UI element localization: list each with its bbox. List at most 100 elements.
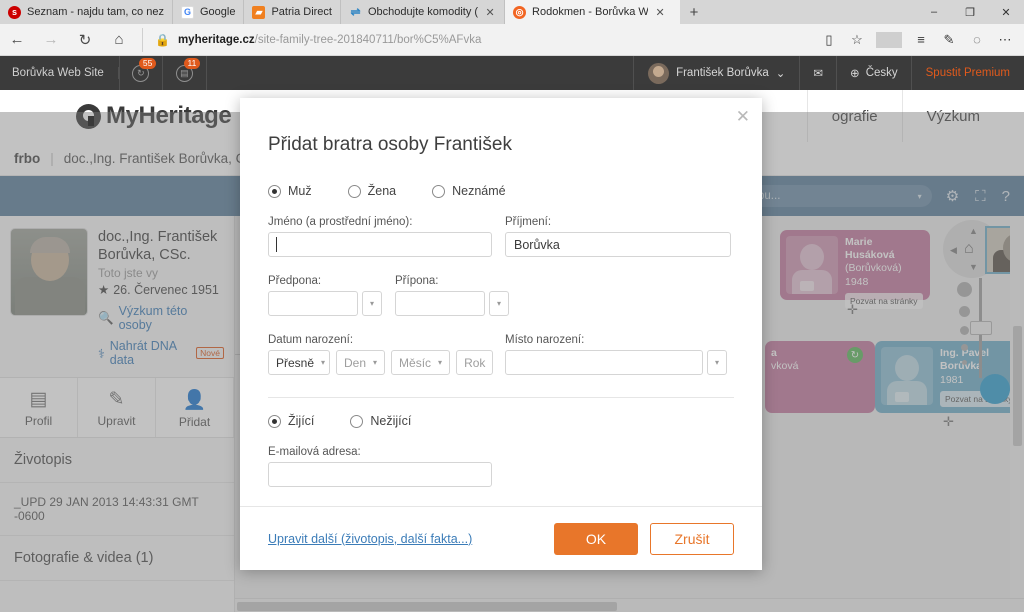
birth-date-controls: Přesně ▾ Den ▾ Měsíc ▾ Rok <box>268 350 494 375</box>
address-bar[interactable]: 🔒 myheritage.cz/site-family-tree-2018407… <box>142 27 810 52</box>
new-tab-button[interactable]: + <box>680 0 708 24</box>
prefix-input[interactable] <box>268 291 358 316</box>
rodokmen-favicon: ◎ <box>513 5 527 19</box>
share-icon[interactable]: ◌ <box>964 32 990 47</box>
mail-icon: ✉ <box>813 68 824 80</box>
close-icon[interactable]: ✕ <box>736 108 750 125</box>
address-path: /site-family-tree-201840711/bor%C5%AFvka <box>254 33 482 46</box>
inbox-button[interactable]: ▤ 11 <box>163 56 207 90</box>
living-option-label: Nežijící <box>370 414 412 428</box>
dialog-title: Přidat bratra osoby František <box>268 134 512 155</box>
email-label: E-mailová adresa: <box>268 446 361 458</box>
site-top-bar-right: František Borůvka ⌄ ✉ ⊕ Česky Spustit Pr… <box>633 56 1024 90</box>
living-option-deceased[interactable]: Nežijící <box>350 414 411 428</box>
language-label: Česky <box>865 67 898 79</box>
radio-indicator[interactable] <box>432 184 446 198</box>
inbox-badge: 11 <box>184 58 200 69</box>
sync-badge: 55 <box>139 58 156 69</box>
gender-option-female[interactable]: Žena <box>347 184 396 198</box>
first-name-input[interactable] <box>268 232 492 257</box>
app-root: s Seznam - najdu tam, co nez G Google ▰ … <box>0 0 1024 612</box>
radio-indicator[interactable] <box>268 184 281 198</box>
birth-year-value: Rok <box>464 355 486 370</box>
last-name-label: Příjmení: <box>505 216 552 228</box>
chevron-down-icon[interactable]: ▾ <box>362 291 382 316</box>
chevron-down-icon: ⌄ <box>775 68 786 80</box>
birth-place-field-group: Místo narození: ▾ <box>505 334 731 375</box>
edit-more-link[interactable]: Upravit další (životopis, další fakta...… <box>268 532 472 546</box>
toolbar-divider <box>876 31 902 48</box>
birth-month-select[interactable]: Měsíc ▾ <box>391 350 451 375</box>
birth-place-input[interactable] <box>505 350 703 375</box>
first-name-label: Jméno (a prostřední jméno): <box>268 216 413 228</box>
birth-precision-select[interactable]: Přesně ▾ <box>268 350 330 375</box>
browser-tab-obchodujte[interactable]: ⇌ Obchodujte komodity ( ✕ <box>341 0 506 24</box>
hub-icon[interactable]: ≡ <box>908 32 934 47</box>
tab-title: Patria Direct <box>271 6 332 18</box>
notes-icon[interactable]: ✎ <box>936 32 962 48</box>
chevron-down-icon[interactable]: ▾ <box>489 291 509 316</box>
ok-button[interactable]: OK <box>554 522 638 555</box>
last-name-input[interactable] <box>505 232 731 257</box>
radio-indicator[interactable] <box>350 414 364 428</box>
prefix-combo[interactable]: ▾ <box>268 291 382 316</box>
affix-fields-row: Předpona: ▾ Přípona: ▾ <box>268 275 734 316</box>
email-input[interactable] <box>268 462 492 487</box>
birth-day-select[interactable]: Den ▾ <box>336 350 386 375</box>
avatar <box>648 62 670 84</box>
radio-indicator[interactable] <box>347 184 361 198</box>
tab-close-icon[interactable]: ✕ <box>654 6 666 19</box>
favorite-star-icon[interactable]: ☆ <box>844 32 870 48</box>
premium-button[interactable]: Spustit Premium <box>910 56 1024 90</box>
name-fields-row: Jméno (a prostřední jméno): Příjmení: <box>268 216 734 257</box>
home-icon[interactable]: ⌂ <box>102 31 136 48</box>
chevron-down-icon: ▾ <box>373 358 378 367</box>
living-option-label: Žijící <box>288 414 315 428</box>
browser-tab-rodokmen[interactable]: ◎ Rodokmen - Borůvka W ✕ <box>505 0 681 24</box>
forward-icon[interactable]: → <box>34 31 68 48</box>
dialog-body: Muž Žena Neznámé Jméno (a prostřední jmé… <box>240 184 762 487</box>
suffix-label: Přípona: <box>395 275 439 287</box>
chevron-down-icon[interactable]: ▾ <box>707 350 727 375</box>
gender-option-male[interactable]: Muž <box>268 184 312 198</box>
birth-year-input[interactable]: Rok <box>456 350 494 375</box>
sync-button[interactable]: ↻ 55 <box>118 56 163 90</box>
text-caret <box>276 237 277 252</box>
address-text: myheritage.cz/site-family-tree-201840711… <box>178 34 481 46</box>
birth-date-label: Datum narození: <box>268 334 354 346</box>
user-menu[interactable]: František Borůvka ⌄ <box>633 56 799 90</box>
more-icon[interactable]: ⋯ <box>992 32 1018 48</box>
language-button[interactable]: ⊕ Česky <box>836 56 911 90</box>
window-close-button[interactable]: ✕ <box>988 6 1024 19</box>
tab-close-icon[interactable]: ✕ <box>484 6 496 19</box>
reading-view-icon[interactable]: ▯ <box>816 32 842 48</box>
back-icon[interactable]: ← <box>0 31 34 48</box>
birth-place-combo[interactable]: ▾ <box>505 350 731 375</box>
google-favicon: G <box>180 5 194 19</box>
browser-tab-google[interactable]: G Google <box>173 0 245 24</box>
browser-tab-patria[interactable]: ▰ Patria Direct <box>244 0 341 24</box>
tab-title: Google <box>199 6 236 18</box>
prefix-field-group: Předpona: ▾ <box>268 275 382 316</box>
reload-icon[interactable]: ↻ <box>68 31 102 49</box>
suffix-combo[interactable]: ▾ <box>395 291 509 316</box>
birth-place-label: Místo narození: <box>505 334 585 346</box>
cancel-button[interactable]: Zrušit <box>650 522 734 555</box>
birth-day-value: Den <box>344 355 367 370</box>
mail-button[interactable]: ✉ <box>799 56 836 90</box>
window-maximize-button[interactable]: ❐ <box>952 6 988 19</box>
seznam-favicon: s <box>8 5 21 19</box>
gender-option-label: Muž <box>288 184 312 198</box>
radio-indicator[interactable] <box>268 414 281 428</box>
chevron-down-icon: ▾ <box>321 358 326 367</box>
browser-tab-seznam[interactable]: s Seznam - najdu tam, co nez <box>0 0 173 24</box>
suffix-input[interactable] <box>395 291 485 316</box>
living-option-alive[interactable]: Žijící <box>268 414 314 428</box>
window-controls: – ❐ ✕ <box>916 0 1024 24</box>
user-name-label: František Borůvka <box>676 67 769 79</box>
prefix-label: Předpona: <box>268 275 322 287</box>
gender-option-unknown[interactable]: Neznámé <box>432 184 506 198</box>
globe-icon: ⊕ <box>850 68 860 80</box>
chevron-down-icon: ▾ <box>438 358 443 367</box>
window-minimize-button[interactable]: – <box>916 6 952 18</box>
